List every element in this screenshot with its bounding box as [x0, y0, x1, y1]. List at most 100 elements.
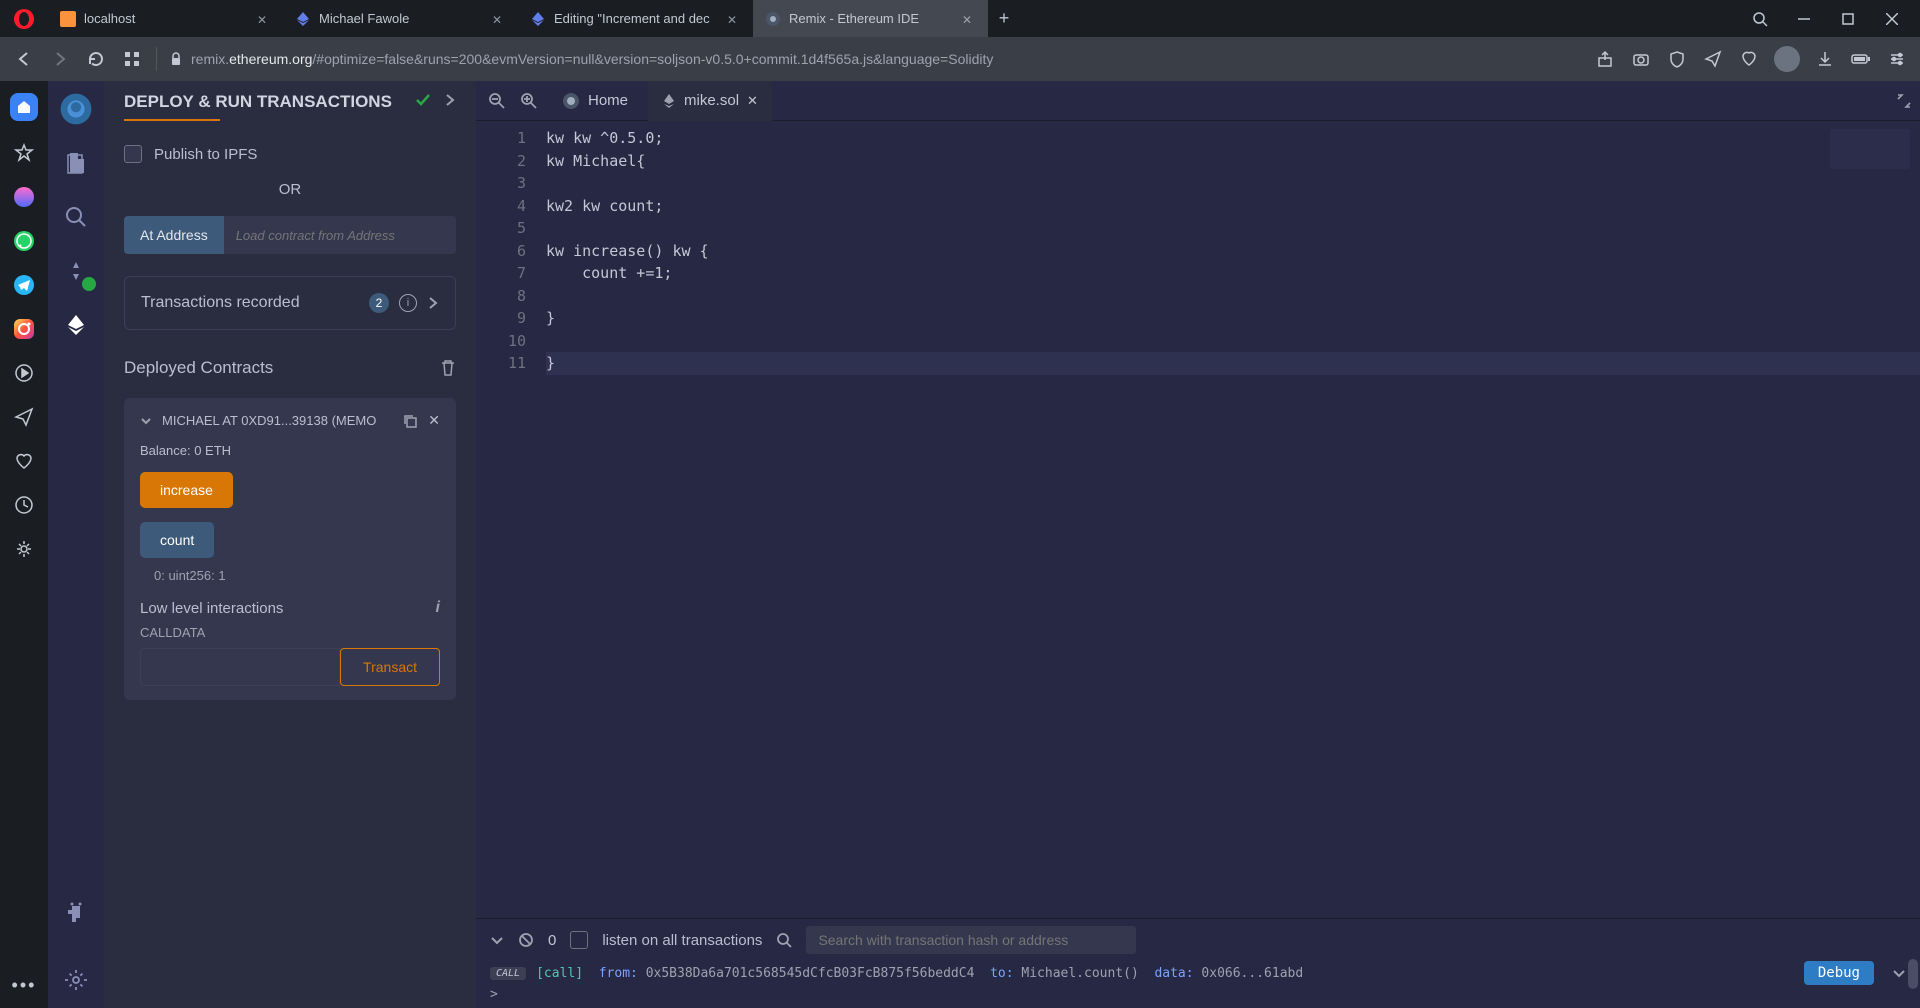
close-window-icon[interactable]: [1872, 4, 1912, 34]
search-icon[interactable]: [776, 932, 792, 948]
shield-icon[interactable]: [1666, 48, 1688, 70]
profile-icon[interactable]: [1774, 46, 1800, 72]
close-icon[interactable]: [492, 12, 506, 26]
code-editor[interactable]: 1234567891011 kw kw ^0.5.0;kw Michael{ k…: [476, 121, 1920, 918]
close-icon[interactable]: ✕: [747, 93, 758, 109]
deploy-icon[interactable]: [58, 307, 94, 343]
zoom-out-icon[interactable]: [484, 88, 510, 114]
terminal-toolbar: 0 listen on all transactions: [476, 919, 1920, 961]
increase-button[interactable]: increase: [140, 472, 233, 508]
new-tab-button[interactable]: +: [988, 0, 1020, 37]
pending-count: 0: [548, 932, 556, 949]
clear-icon[interactable]: [518, 932, 534, 948]
close-icon[interactable]: ✕: [428, 412, 440, 429]
info-icon[interactable]: i: [436, 599, 440, 617]
more-icon[interactable]: •••: [12, 975, 37, 996]
window-controls: [1732, 4, 1920, 34]
calldata-input[interactable]: [140, 648, 340, 686]
url-field[interactable]: remix.ethereum.org/#optimize=false&runs=…: [169, 51, 1582, 67]
battery-icon[interactable]: [1850, 48, 1872, 70]
terminal-output: CALL [call] from: 0x5B38Da6a701c568545dC…: [476, 961, 1920, 985]
terminal-prompt[interactable]: >: [490, 987, 498, 1002]
scrollbar[interactable]: [1908, 959, 1918, 989]
transactions-recorded-box: Transactions recorded 2 i: [124, 276, 456, 330]
info-icon[interactable]: i: [399, 294, 417, 312]
publish-row: Publish to IPFS: [124, 145, 456, 163]
share-icon[interactable]: [1594, 48, 1616, 70]
camera-icon[interactable]: [1630, 48, 1652, 70]
bookmark-star-icon[interactable]: [12, 141, 36, 165]
chevron-down-icon[interactable]: [1892, 966, 1906, 980]
separator: [156, 47, 157, 71]
easy-setup-icon[interactable]: [1886, 48, 1908, 70]
url-actions: [1594, 46, 1908, 72]
tab-editing[interactable]: Editing "Increment and dec: [518, 0, 753, 37]
xampp-icon: [60, 11, 76, 27]
close-icon[interactable]: [257, 12, 271, 26]
chevron-right-icon[interactable]: [427, 295, 439, 311]
at-address-input[interactable]: [224, 216, 456, 254]
expand-icon[interactable]: [1896, 93, 1912, 109]
compiler-icon[interactable]: [58, 253, 94, 289]
search-icon[interactable]: [1740, 4, 1780, 34]
debug-button[interactable]: Debug: [1804, 961, 1874, 985]
chevron-right-icon[interactable]: [444, 92, 456, 108]
contract-header: MICHAEL AT 0XD91...39138 (MEMO ✕: [140, 412, 440, 429]
or-text: OR: [124, 181, 456, 198]
count-button[interactable]: count: [140, 522, 214, 558]
panel-header: DEPLOY & RUN TRANSACTIONS: [124, 91, 456, 121]
telegram-icon[interactable]: [12, 273, 36, 297]
whatsapp-icon[interactable]: [12, 229, 36, 253]
zoom-in-icon[interactable]: [516, 88, 542, 114]
check-icon: [414, 91, 432, 109]
send-outline-icon[interactable]: [12, 405, 36, 429]
call-badge: CALL: [490, 967, 526, 980]
editor-tab-file[interactable]: mike.sol ✕: [648, 81, 772, 121]
opera-logo[interactable]: [0, 0, 48, 37]
sidebar-home-icon[interactable]: [10, 93, 38, 121]
download-icon[interactable]: [1814, 48, 1836, 70]
terminal-search-input[interactable]: [806, 926, 1136, 954]
remix-logo-icon[interactable]: [58, 91, 94, 127]
minimize-icon[interactable]: [1784, 4, 1824, 34]
deployed-title: Deployed Contracts: [124, 358, 273, 378]
file-explorer-icon[interactable]: [58, 145, 94, 181]
forward-button[interactable]: [48, 47, 72, 71]
copy-icon[interactable]: [402, 413, 418, 429]
listen-checkbox[interactable]: [570, 931, 588, 949]
at-address-button[interactable]: At Address: [124, 216, 224, 254]
contract-name: MICHAEL AT 0XD91...39138 (MEMO: [162, 413, 392, 428]
remix-settings-icon[interactable]: [58, 962, 94, 998]
transact-button[interactable]: Transact: [340, 648, 440, 686]
close-icon[interactable]: [962, 12, 976, 26]
tab-label: mike.sol: [684, 92, 739, 109]
messenger-icon[interactable]: [12, 185, 36, 209]
settings-gear-icon[interactable]: [12, 537, 36, 561]
plugin-manager-icon[interactable]: [58, 896, 94, 932]
back-button[interactable]: [12, 47, 36, 71]
play-circle-icon[interactable]: [12, 361, 36, 385]
tab-title: Editing "Increment and dec: [554, 11, 719, 26]
minimap[interactable]: [1830, 129, 1910, 169]
send-icon[interactable]: [1702, 48, 1724, 70]
chevron-down-icon[interactable]: [490, 933, 504, 947]
editor-tab-home[interactable]: Home: [548, 81, 642, 121]
publish-checkbox[interactable]: [124, 145, 142, 163]
transactions-count-badge: 2: [369, 293, 389, 313]
history-icon[interactable]: [12, 493, 36, 517]
speed-dial-icon[interactable]: [120, 47, 144, 71]
search-plugin-icon[interactable]: [58, 199, 94, 235]
success-badge-icon: [82, 277, 96, 291]
maximize-icon[interactable]: [1828, 4, 1868, 34]
chevron-down-icon[interactable]: [140, 415, 152, 427]
close-icon[interactable]: [727, 12, 741, 26]
trash-icon[interactable]: [440, 359, 456, 377]
heart-icon[interactable]: [1738, 48, 1760, 70]
reload-button[interactable]: [84, 47, 108, 71]
tab-michael-fawole[interactable]: Michael Fawole: [283, 0, 518, 37]
instagram-icon[interactable]: [12, 317, 36, 341]
tab-localhost[interactable]: localhost: [48, 0, 283, 37]
heart-outline-icon[interactable]: [12, 449, 36, 473]
tab-remix[interactable]: Remix - Ethereum IDE: [753, 0, 988, 37]
code-lines: kw kw ^0.5.0;kw Michael{ kw2 kw count; k…: [536, 121, 1920, 918]
